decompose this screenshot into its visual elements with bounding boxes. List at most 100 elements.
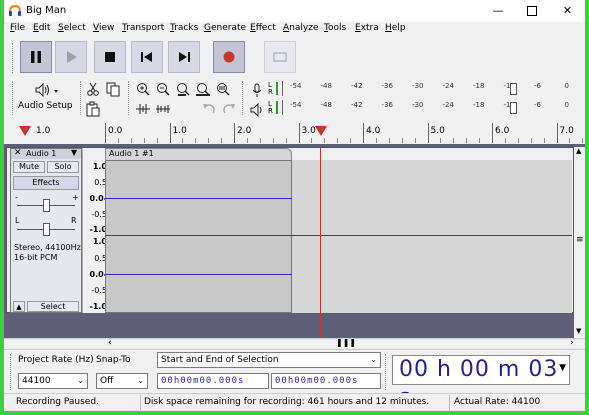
zoom-toggle-icon [217, 83, 230, 96]
ruler-tick [105, 123, 106, 143]
fit-selection-button[interactable] [174, 80, 192, 98]
playback-meter-button[interactable] [248, 101, 266, 119]
menu-tracks[interactable]: Tracks [170, 23, 198, 33]
skip-start-icon [141, 52, 152, 62]
meter-slider[interactable] [510, 83, 517, 95]
track-format-rate: Stereo, 44100Hz [14, 243, 81, 252]
ruler-minor-tick [246, 138, 248, 143]
menu-file[interactable]: File [10, 23, 25, 33]
menu-transport[interactable]: Transport [122, 23, 164, 33]
timeline-ruler[interactable]: 1.0 0.0 1.0 2.0 3.0 4.0 5.0 6.0 7.0 [4, 119, 585, 145]
time-format-arrow-icon[interactable]: ▼ [559, 354, 567, 382]
scroll-down-icon[interactable]: ▼ [576, 327, 581, 335]
toolbar-grip[interactable] [385, 354, 389, 390]
gain-slider-thumb[interactable] [43, 199, 50, 212]
fit-project-button[interactable] [194, 80, 212, 98]
menu-edit[interactable]: Edit [33, 23, 50, 33]
stop-icon [105, 52, 115, 62]
skip-end-icon [179, 52, 190, 62]
minimize-button[interactable]: — [482, 0, 514, 22]
menu-extra[interactable]: Extra [355, 23, 379, 33]
scroll-right-icon[interactable]: › [570, 338, 574, 348]
silence-icon [156, 105, 170, 113]
scroll-left-icon[interactable]: ‹ [108, 338, 112, 348]
project-rate-select[interactable]: 44100 ⌄ [18, 373, 88, 389]
zoom-out-button[interactable] [154, 80, 172, 98]
record-button[interactable] [213, 41, 245, 73]
scroll-up-icon[interactable]: ▲ [576, 147, 581, 155]
selection-end-time[interactable]: 00h00m00.000s [271, 373, 381, 389]
play-button[interactable] [55, 41, 87, 73]
toolbar-grip[interactable] [12, 43, 16, 73]
ruler-minor-tick [311, 138, 313, 143]
toolbar-grip[interactable] [242, 81, 246, 115]
ruler-tick [492, 123, 493, 143]
project-rate-value: 44100 [22, 376, 51, 386]
copy-button[interactable] [104, 80, 122, 98]
track-name[interactable]: Audio 1 [26, 149, 56, 158]
menu-view[interactable]: View [93, 23, 114, 33]
effects-button[interactable]: Effects [13, 176, 79, 190]
empty-track-region[interactable] [292, 160, 572, 313]
clip-name: Audio 1 #1 [109, 149, 154, 158]
menu-effect[interactable]: Effect [250, 23, 276, 33]
redo-icon [223, 104, 235, 114]
cut-button[interactable] [84, 80, 102, 98]
solo-button[interactable]: Solo [47, 161, 79, 173]
ruler-minor-tick [337, 138, 339, 143]
audio-clip[interactable] [105, 160, 292, 313]
ruler-minor-tick [117, 138, 119, 143]
mute-button[interactable]: Mute [13, 161, 45, 173]
skip-to-start-button[interactable] [131, 41, 163, 73]
pause-button[interactable] [20, 41, 52, 73]
toolbar-grip[interactable] [10, 354, 14, 390]
ruler-tick-label: 0.0 [108, 126, 123, 136]
loop-icon [273, 52, 287, 62]
pan-slider-thumb[interactable] [43, 223, 50, 236]
snap-to-select[interactable]: Off ⌄ [96, 373, 148, 389]
audio-setup-button[interactable]: Audio Setup [16, 81, 76, 115]
undo-button[interactable] [200, 100, 218, 118]
selection-mode-select[interactable]: Start and End of Selection ⌄ [157, 352, 381, 368]
selection-start-time[interactable]: 00h00m00.000s [157, 373, 269, 389]
audio-position-display[interactable]: 00 h 00 m 03 s▼ [392, 354, 570, 410]
menu-help[interactable]: Help [385, 23, 406, 33]
select-track-button[interactable]: Select [27, 301, 79, 312]
record-meter-button[interactable] [248, 81, 266, 99]
zoom-in-button[interactable] [134, 80, 152, 98]
ruler-minor-tick [530, 138, 532, 143]
minimize-icon: — [492, 4, 504, 17]
silence-audio-button[interactable] [154, 100, 172, 118]
collapse-track-button[interactable]: ▲ [13, 301, 25, 312]
status-divider [140, 395, 141, 410]
clip-title-bar[interactable]: Audio 1 #1 [105, 148, 292, 160]
menu-select[interactable]: Select [58, 23, 86, 33]
scroll-grip-icon[interactable]: ≡ [576, 235, 584, 245]
stop-button[interactable] [94, 41, 126, 73]
menu-generate[interactable]: Generate [204, 23, 246, 33]
paste-button[interactable] [84, 100, 102, 118]
vertical-scrollbar[interactable]: ▲ ≡ ▼ [574, 147, 585, 338]
track-menu-arrow-icon[interactable]: ▼ [71, 148, 77, 157]
meter-scale-label: -48 [320, 101, 332, 109]
status-actual-rate: Actual Rate: 44100 [454, 397, 541, 407]
meter-slider[interactable] [510, 102, 517, 114]
menu-tools[interactable]: Tools [324, 23, 346, 33]
close-track-icon[interactable]: ✕ [14, 148, 22, 158]
playback-meter[interactable]: L R -54-48-42-36-30-24-18-12-60 [266, 100, 582, 115]
close-button[interactable]: ✕ [550, 0, 585, 22]
ruler-minor-tick [221, 138, 223, 143]
toolbar-grip[interactable] [128, 81, 132, 115]
end-time-value: 00h00m00.000s [275, 376, 359, 386]
zoom-toggle-button[interactable] [214, 80, 232, 98]
menu-analyze[interactable]: Analyze [283, 23, 318, 33]
trim-audio-button[interactable] [134, 100, 152, 118]
redo-button[interactable] [220, 100, 238, 118]
record-icon [223, 51, 235, 63]
playback-position-icon [315, 126, 327, 136]
skip-to-end-button[interactable] [168, 41, 200, 73]
loop-button[interactable] [264, 41, 296, 73]
scroll-grip-icon[interactable]: ❚❚❚ [336, 338, 356, 347]
record-meter[interactable]: L R -54-48-42-36-30-24-18-12-60 [266, 81, 582, 96]
maximize-button[interactable] [516, 0, 548, 22]
